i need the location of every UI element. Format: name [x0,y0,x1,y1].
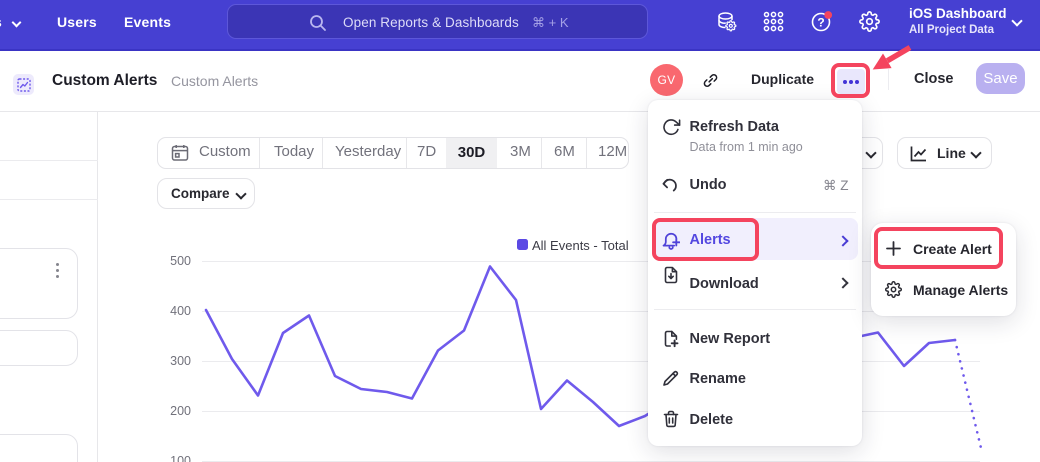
svg-text:?: ? [817,16,824,30]
